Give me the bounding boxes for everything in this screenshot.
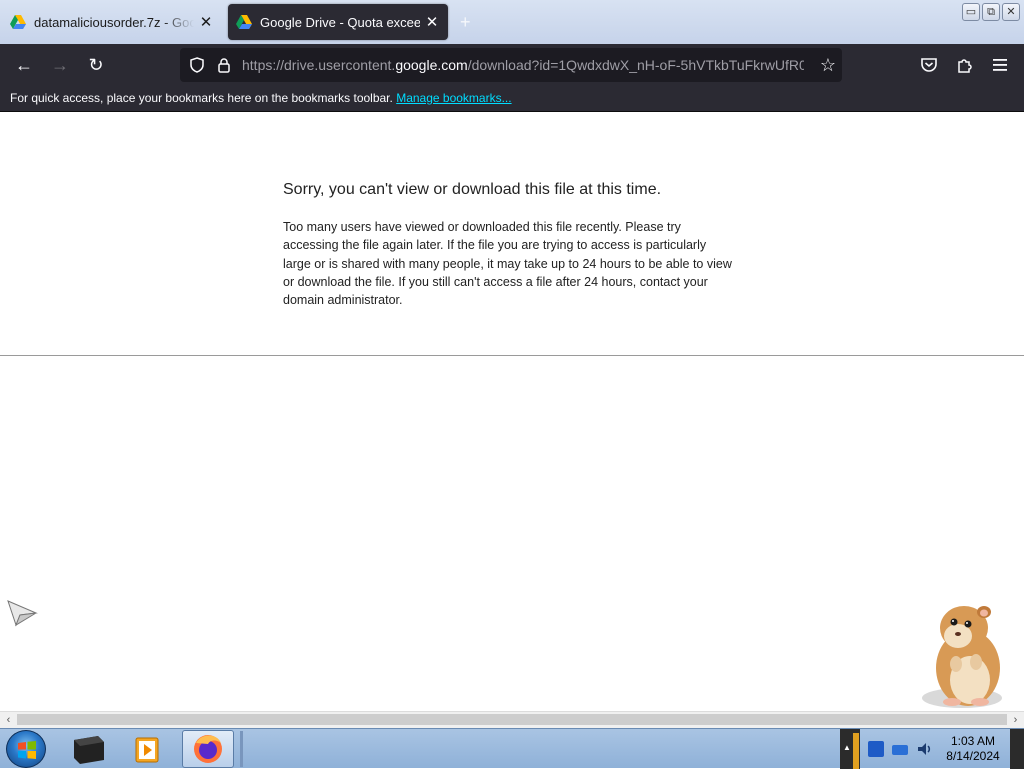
clock-time: 1:03 AM [950, 734, 996, 748]
bookmarks-toolbar: For quick access, place your bookmarks h… [0, 86, 1024, 112]
close-tab-icon[interactable]: ✕ [198, 13, 214, 31]
windows-logo-icon [18, 741, 36, 759]
new-tab-button[interactable]: + [460, 12, 471, 33]
url-text[interactable]: https://drive.usercontent.google.com/dow… [242, 57, 804, 73]
google-drive-icon [10, 15, 26, 29]
restore-button[interactable]: ⧉ [982, 3, 1000, 21]
close-tab-icon[interactable]: ✕ [424, 13, 440, 31]
taskbar-separator [240, 731, 243, 767]
error-message: Too many users have viewed or downloaded… [283, 220, 732, 308]
tab-quota-exceeded[interactable]: Google Drive - Quota exceeded ✕ [228, 4, 448, 40]
tab-datamaliciousorder[interactable]: datamaliciousorder.7z - Google Drive ✕ [2, 4, 222, 40]
reload-button[interactable]: ↻ [84, 53, 108, 77]
forward-button[interactable]: → [48, 53, 72, 77]
manage-bookmarks-link[interactable]: Manage bookmarks... [396, 91, 511, 105]
show-desktop-button[interactable] [1010, 729, 1024, 769]
firefox-icon[interactable] [182, 730, 234, 768]
hamster-mascot-icon [922, 606, 1002, 708]
extensions-icon[interactable] [956, 56, 974, 74]
back-button[interactable]: ← [12, 53, 36, 77]
scrollbar-thumb[interactable] [17, 714, 1007, 725]
clock-date: 8/14/2024 [946, 749, 1000, 763]
url-bar[interactable]: https://drive.usercontent.google.com/dow… [180, 48, 842, 82]
scroll-left-arrow[interactable]: ‹ [0, 712, 17, 728]
error-title: Sorry, you can't view or download this f… [283, 181, 662, 198]
page-content: Sorry, you can't view or download this f… [0, 112, 1024, 712]
bookmarks-hint-text: For quick access, place your bookmarks h… [10, 91, 393, 105]
volume-icon[interactable] [916, 741, 932, 757]
taskbar: ▲ 1:03 AM 8/14/2024 [0, 728, 1024, 769]
pocket-icon[interactable] [920, 56, 938, 74]
scroll-right-arrow[interactable]: › [1007, 712, 1024, 728]
tab-title: datamaliciousorder.7z - Google Drive [34, 14, 194, 30]
mouse-cursor-icon [7, 600, 38, 627]
close-window-button[interactable]: ✕ [1002, 3, 1020, 21]
tracking-protection-shield-icon[interactable] [189, 57, 205, 73]
horizontal-scrollbar[interactable]: ‹ › [0, 711, 1024, 728]
window-controls: ▭ ⧉ ✕ [962, 3, 1020, 21]
divider [0, 355, 1024, 356]
minimize-button[interactable]: ▭ [962, 3, 980, 21]
media-player-icon[interactable] [122, 730, 174, 768]
tray-handle [853, 733, 859, 769]
bookmark-star-icon[interactable]: ☆ [820, 55, 836, 76]
google-drive-icon [236, 15, 252, 29]
system-clock[interactable]: 1:03 AM 8/14/2024 [940, 734, 1006, 764]
black-box-app-icon[interactable] [62, 730, 114, 768]
tab-strip: datamaliciousorder.7z - Google Drive ✕ G… [0, 0, 1024, 44]
lock-icon[interactable] [216, 57, 232, 73]
navigation-toolbar: ← → ↻ https://drive.usercontent.google.c… [0, 44, 1024, 86]
network-icon[interactable] [892, 745, 908, 755]
start-button[interactable] [6, 730, 46, 768]
tab-title: Google Drive - Quota exceeded [260, 14, 420, 30]
menu-icon[interactable] [992, 57, 1008, 73]
show-hidden-icons-arrow[interactable]: ▲ [843, 743, 851, 752]
tray-app-icon[interactable] [868, 741, 884, 757]
